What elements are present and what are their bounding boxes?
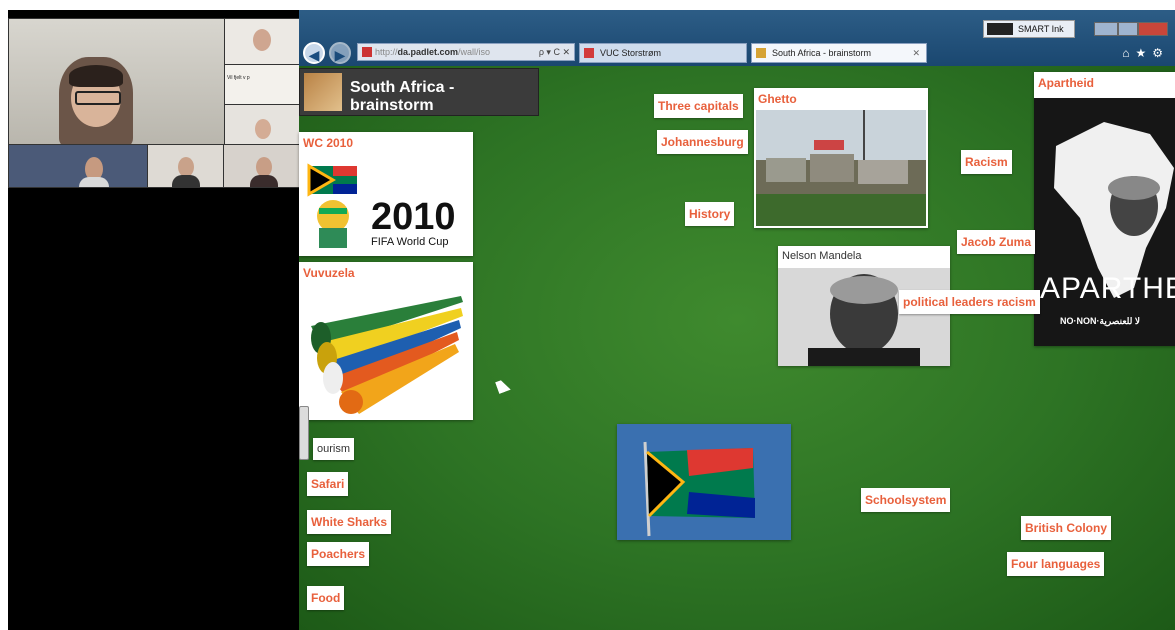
- participant-tile-5[interactable]: [147, 144, 225, 188]
- tab-label: South Africa - brainstorm: [772, 48, 872, 58]
- note-schoolsystem[interactable]: Schoolsystem: [861, 488, 951, 512]
- participant-face: [178, 157, 194, 177]
- video-conference-panel: Vil fjelt v p: [8, 10, 301, 620]
- smart-ink-toolbar[interactable]: SMART Ink: [983, 20, 1075, 38]
- padlet-header: South Africa - brainstorm: [299, 68, 539, 116]
- note-three-capitals[interactable]: Three capitals: [654, 94, 743, 118]
- card-header: WC 2010: [303, 136, 354, 150]
- participant-tile-2[interactable]: Vil fjelt v p: [224, 64, 301, 106]
- note-tourism[interactable]: ourism: [313, 438, 355, 460]
- close-button[interactable]: [1138, 22, 1168, 36]
- wc-year: 2010: [371, 196, 456, 238]
- url-domain: da.padlet.com: [397, 47, 459, 57]
- note-white-sharks[interactable]: White Sharks: [307, 510, 392, 534]
- tab-close-icon[interactable]: ✕: [912, 44, 920, 62]
- tab-south-africa[interactable]: South Africa - brainstorm ✕: [751, 43, 927, 63]
- tab-vuc-storstrom[interactable]: VUC Storstrøm: [579, 43, 747, 63]
- mandela-photo: [778, 268, 950, 366]
- participant-body: [250, 175, 278, 187]
- world-cup-mascot-image: [307, 163, 357, 248]
- presenter-hair: [69, 65, 123, 87]
- presenter-glasses: [75, 91, 121, 105]
- note-poachers[interactable]: Poachers: [307, 542, 370, 566]
- participant-face: [256, 157, 272, 177]
- participant-tile-1[interactable]: [224, 18, 301, 66]
- site-favicon: [362, 47, 372, 57]
- participant-face: [253, 29, 271, 51]
- vuvuzela-image: [311, 296, 463, 414]
- poster-word: APARTHEI: [1040, 272, 1175, 305]
- participant-tile-6[interactable]: [223, 144, 301, 188]
- note-safari[interactable]: Safari: [307, 472, 349, 496]
- screen-frame: Vil fjelt v p ◀ ▶ http://da.padlet.com/w…: [8, 10, 1175, 630]
- card-vuvuzela[interactable]: Vuvuzela: [299, 262, 473, 420]
- card-ghetto[interactable]: Ghetto: [754, 88, 928, 228]
- smart-ink-icon: [987, 23, 1013, 35]
- note-four-languages[interactable]: Four languages: [1007, 552, 1105, 576]
- wc-subtitle: FIFA World Cup: [371, 236, 449, 248]
- card-apartheid[interactable]: Apartheid APARTHEI NO·NON·لا للعنصرية: [1034, 72, 1175, 346]
- apartheid-poster-image: [1034, 98, 1175, 346]
- participant-message: Vil fjelt v p: [227, 75, 250, 81]
- participant-tile-4[interactable]: [8, 144, 149, 188]
- tab-favicon: [756, 48, 766, 58]
- participant-body: [79, 177, 109, 187]
- card-header: Nelson Mandela: [782, 250, 862, 262]
- card-header: Apartheid: [1034, 72, 1175, 98]
- note-jacob-zuma[interactable]: Jacob Zuma: [957, 230, 1036, 254]
- side-scroll-handle[interactable]: [299, 406, 309, 460]
- url-path: /wall/iso: [458, 47, 491, 57]
- page-title: South Africa - brainstorm: [350, 79, 455, 114]
- participant-body: [172, 175, 200, 187]
- participant-tile-3[interactable]: [224, 104, 301, 146]
- card-header: Vuvuzela: [303, 266, 355, 280]
- wall-thumbnail: [304, 73, 342, 111]
- maximize-button[interactable]: [1118, 22, 1138, 36]
- url-prefix: http://: [375, 47, 398, 57]
- window-controls: [1094, 22, 1171, 38]
- south-africa-flag-image: [617, 424, 791, 540]
- forward-button[interactable]: ▶: [329, 42, 351, 64]
- card-header: Ghetto: [758, 92, 797, 106]
- tab-favicon: [584, 48, 594, 58]
- card-flag-image[interactable]: [617, 424, 791, 540]
- participant-face: [255, 119, 271, 139]
- main-video-tile[interactable]: [8, 18, 226, 146]
- note-johannesburg[interactable]: Johannesburg: [657, 130, 748, 154]
- toolbar-icons[interactable]: ⌂★⚙: [1122, 46, 1169, 60]
- tab-label: VUC Storstrøm: [600, 48, 662, 58]
- note-food[interactable]: Food: [307, 586, 345, 610]
- padlet-wall[interactable]: South Africa - brainstorm WC 2010 2010 F…: [299, 66, 1175, 630]
- note-history[interactable]: History: [685, 202, 735, 226]
- poster-slogan: NO·NON·لا للعنصرية: [1060, 316, 1141, 326]
- smart-ink-label: SMART Ink: [1018, 24, 1064, 34]
- ghetto-image: [756, 110, 926, 226]
- mouse-cursor: [495, 378, 511, 394]
- note-british-colony[interactable]: British Colony: [1021, 516, 1112, 540]
- card-wc2010[interactable]: WC 2010 2010 FIFA World Cup: [299, 132, 473, 256]
- minimize-button[interactable]: [1094, 22, 1118, 36]
- browser-toolbar: ◀ ▶ http://da.padlet.com/wall/iso ρ ▾ C …: [299, 10, 1175, 66]
- note-political-leaders-racism[interactable]: political leaders racism: [899, 290, 1040, 314]
- note-racism[interactable]: Racism: [961, 150, 1012, 174]
- address-bar[interactable]: http://da.padlet.com/wall/iso ρ ▾ C ✕: [357, 43, 575, 61]
- address-bar-tools[interactable]: ρ ▾ C ✕: [539, 44, 570, 60]
- browser-window: ◀ ▶ http://da.padlet.com/wall/iso ρ ▾ C …: [299, 10, 1175, 630]
- back-button[interactable]: ◀: [303, 42, 325, 64]
